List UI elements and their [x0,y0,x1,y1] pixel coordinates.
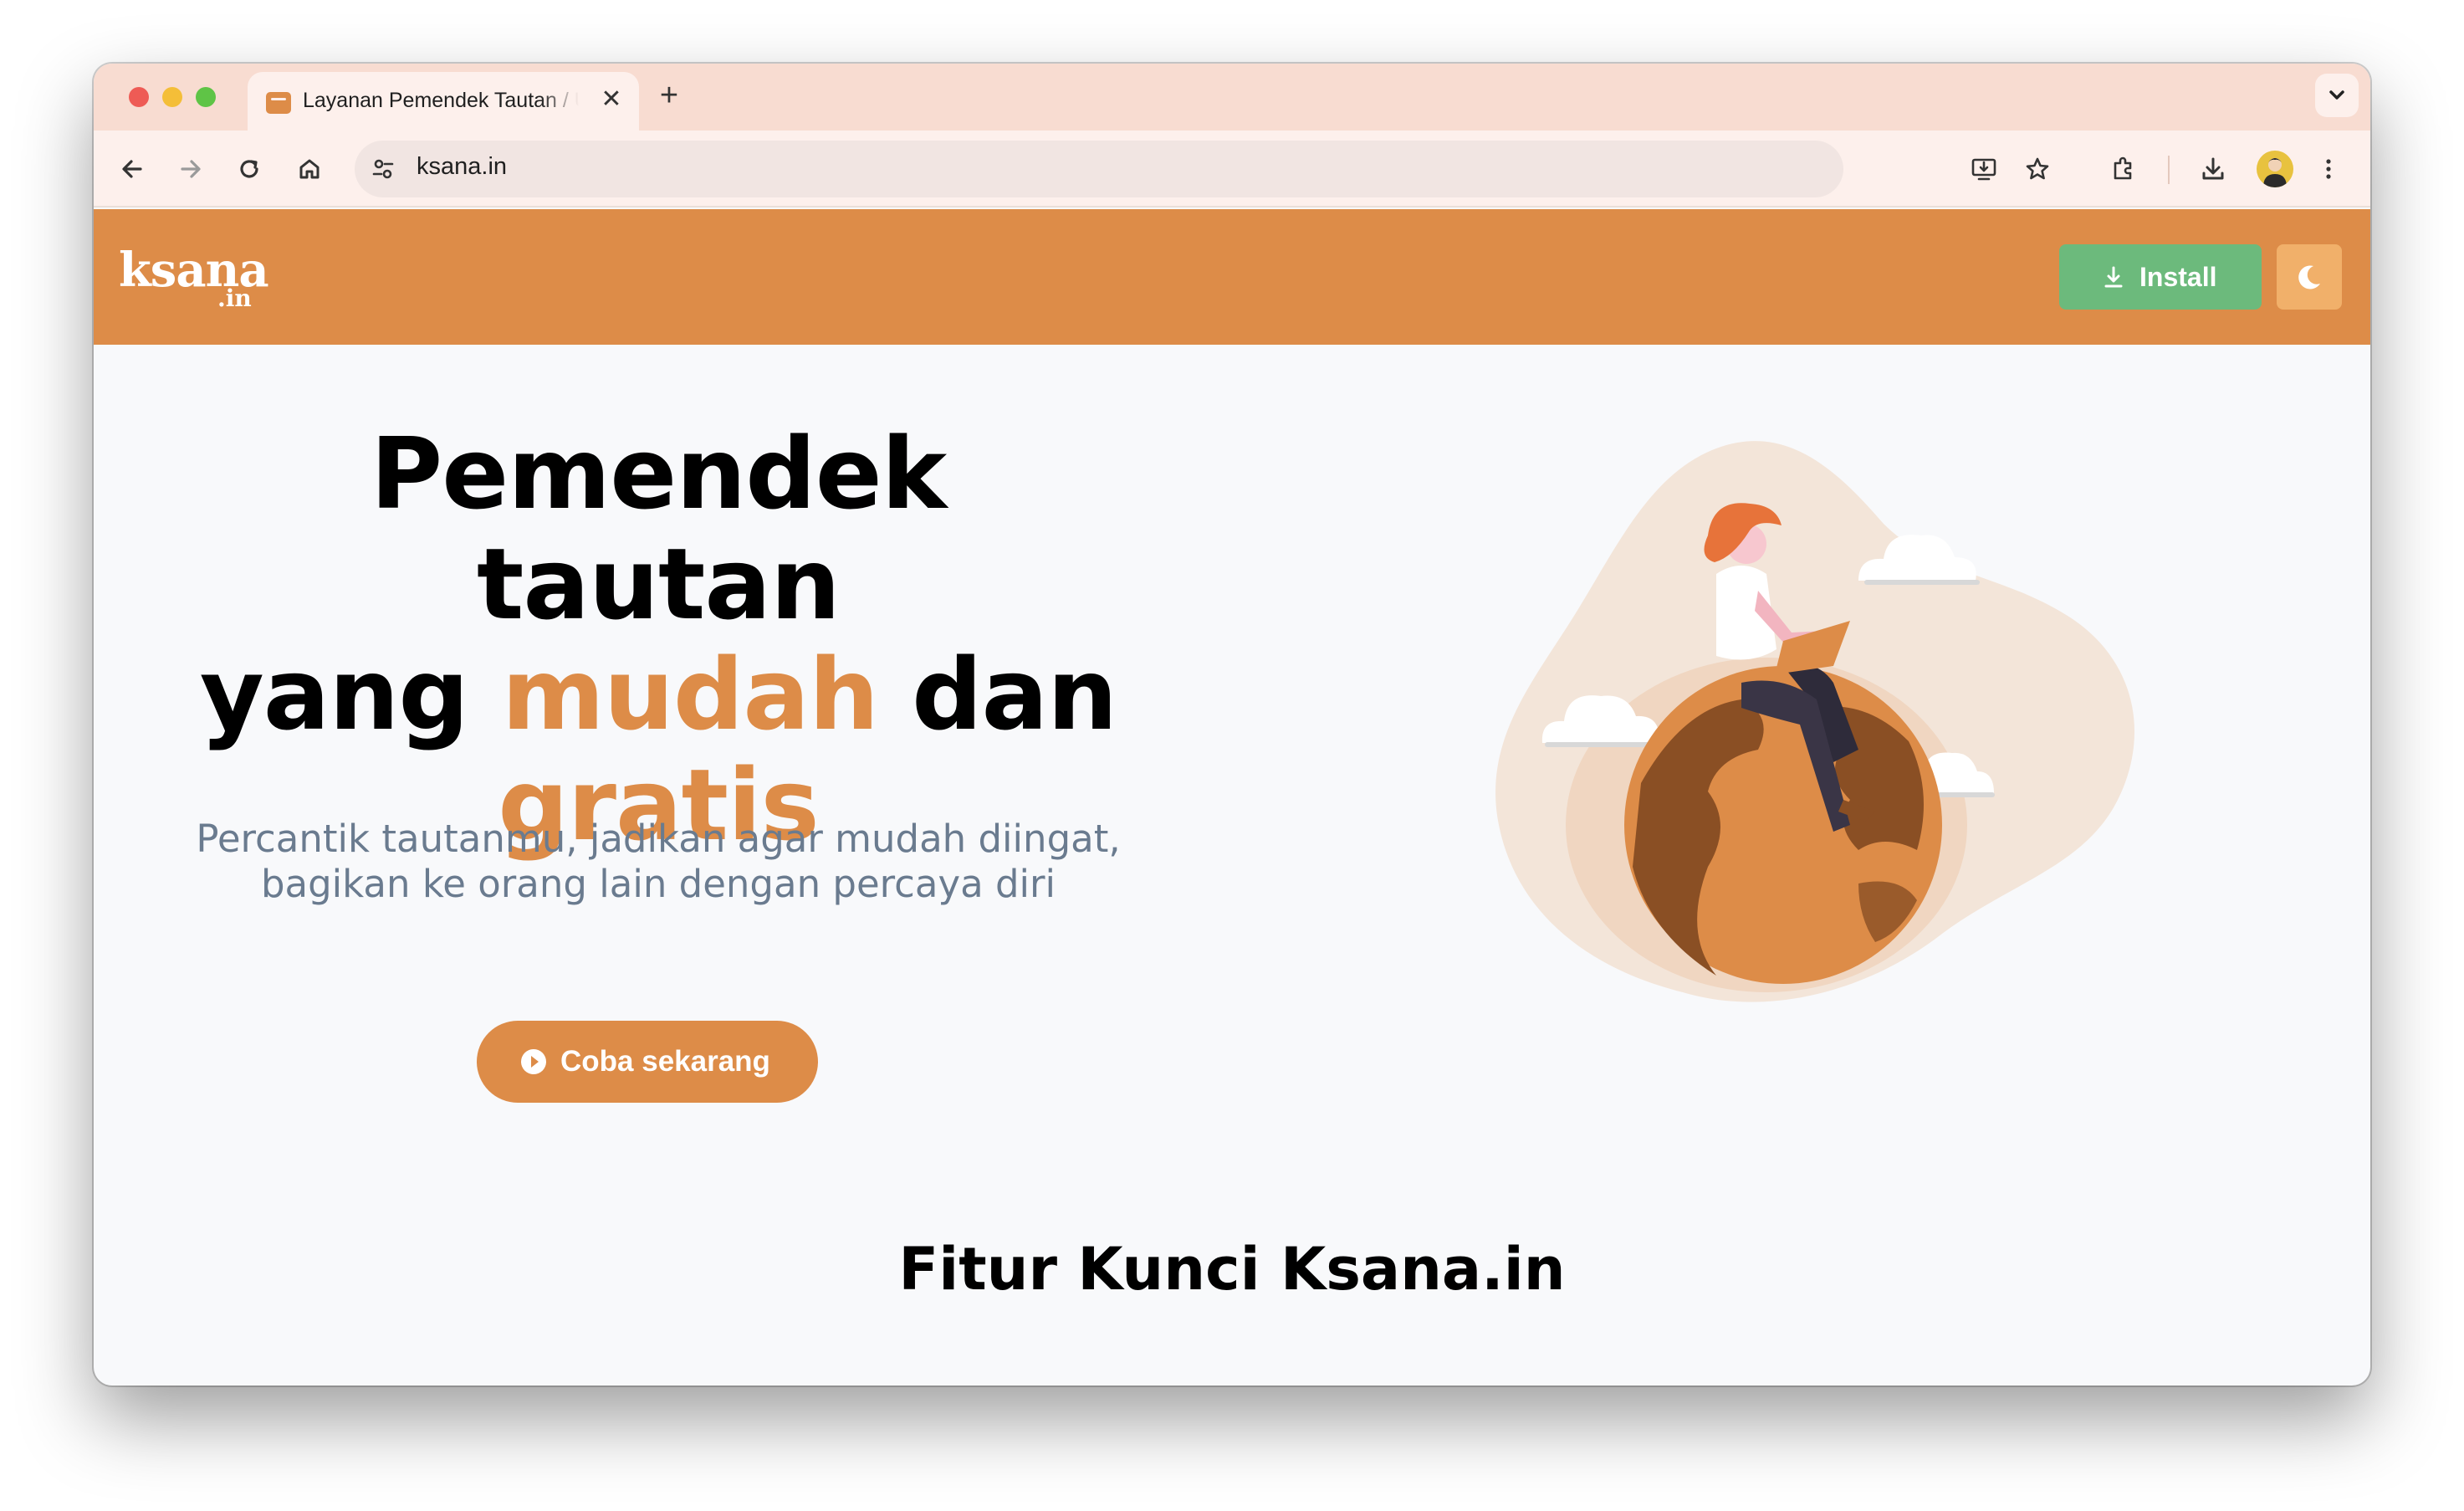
moon-icon [2298,265,2320,289]
tab-close-button[interactable]: ✕ [597,85,626,114]
hero-title-mudah: mudah [501,637,879,752]
chevron-down-icon [2329,90,2344,100]
hero-title-yang: yang [199,637,502,752]
maximize-window-button[interactable] [196,87,216,107]
toolbar-divider [2168,156,2170,184]
reload-icon[interactable] [233,152,266,186]
minimize-window-button[interactable] [162,87,182,107]
hero-title-line2: yang mudah dan [177,639,1139,750]
browser-window: Layanan Pemendek Tautan / Unduh ✕ + [94,64,2370,1386]
address-bar[interactable] [355,141,1843,197]
site-header: ksana .in Install [94,209,2370,345]
bookmark-star-icon[interactable] [2021,152,2054,186]
try-now-button[interactable]: Coba sekarang [477,1021,818,1103]
site-logo[interactable]: ksana .in [119,243,269,318]
try-now-label: Coba sekarang [560,1045,770,1078]
tab-strip: Layanan Pemendek Tautan / Unduh ✕ + [94,64,2370,131]
hero-subtitle: Percantik tautanmu, jadikan agar mudah d… [196,817,1121,906]
tab-title: Layanan Pemendek Tautan / Unduh [303,89,579,112]
url-text[interactable]: ksana.in [417,153,507,181]
close-window-button[interactable] [129,87,149,107]
profile-avatar[interactable] [2257,151,2293,187]
install-button[interactable]: Install [2059,244,2262,310]
active-tab[interactable]: Layanan Pemendek Tautan / Unduh ✕ [248,72,639,131]
home-icon[interactable] [293,152,326,186]
more-menu-icon[interactable] [2312,152,2345,186]
new-tab-button[interactable]: + [652,79,686,112]
back-arrow-icon[interactable] [115,152,149,186]
forward-arrow-icon[interactable] [174,152,207,186]
play-circle-icon [521,1049,546,1074]
dark-mode-toggle[interactable] [2277,244,2342,310]
tab-search-button[interactable] [2315,74,2359,117]
browser-toolbar: ksana.in [94,131,2370,207]
hero-illustration [1495,441,2134,1002]
install-app-icon[interactable] [1967,152,2001,186]
hero-title-dan: dan [877,637,1117,752]
extensions-icon[interactable] [2106,152,2139,186]
profile-picture-icon [2263,158,2287,187]
site-settings-icon[interactable] [366,152,400,186]
hero-title-line1: Pemendek tautan [370,416,947,642]
features-title: Fitur Kunci Ksana.in [898,1235,1566,1304]
downloads-icon[interactable] [2196,152,2230,186]
hero-title: Pemendek tautan yang mudah dan gratis [177,418,1139,860]
logo-suffix: .in [217,284,252,312]
install-label: Install [2139,262,2217,292]
download-icon [2104,266,2123,288]
favicon-icon [266,92,291,114]
